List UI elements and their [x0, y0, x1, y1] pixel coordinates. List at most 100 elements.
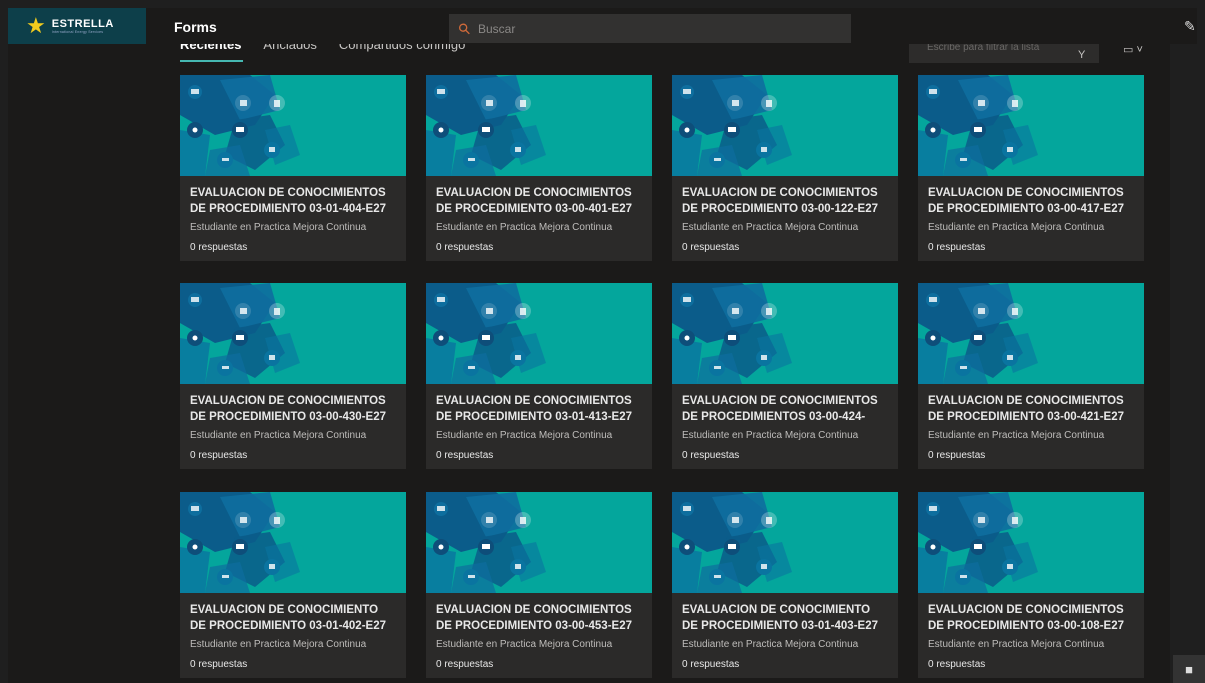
search-input[interactable]: ⚲ Buscar: [449, 14, 851, 43]
form-responses: 0 respuestas: [190, 659, 248, 670]
form-title: EVALUACION DE CONOCIMIENTOS DE PROCEDIMI…: [190, 394, 402, 425]
form-title-line2: DE PROCEDIMIENTO 03-01-402-E27: [190, 619, 386, 632]
form-thumbnail: [426, 75, 652, 176]
filter-placeholder: Escribe para filtrar la lista: [927, 44, 1040, 53]
form-title-line1: EVALUACION DE CONOCIMIENTOS: [682, 187, 878, 199]
form-title-line2: DE PROCEDIMIENTO 03-00-453-E27: [436, 619, 632, 632]
form-card[interactable]: EVALUACION DE CONOCIMIENTOS DE PROCEDIMI…: [672, 75, 898, 261]
form-card[interactable]: EVALUACION DE CONOCIMIENTOS DE PROCEDIMI…: [918, 492, 1144, 678]
app-title[interactable]: Forms: [174, 19, 217, 35]
form-title: EVALUACION DE CONOCIMIENTOS DE PROCEDIMI…: [928, 394, 1140, 425]
edit-icon[interactable]: ✎: [1184, 18, 1196, 35]
form-title-line2: DE PROCEDIMIENTO 03-00-122-E27: [682, 202, 878, 215]
form-owner: Estudiante en Practica Mejora Continua: [436, 639, 613, 650]
form-title-line2: DE PROCEDIMIENTO 03-00-401-E27: [436, 202, 632, 215]
form-owner: Estudiante en Practica Mejora Continua: [682, 222, 859, 233]
active-tab-indicator: [180, 60, 243, 62]
form-card[interactable]: EVALUACION DE CONOCIMIENTOS DE PROCEDIMI…: [426, 75, 652, 261]
form-thumbnail: [918, 283, 1144, 384]
form-owner: Estudiante en Practica Mejora Continua: [436, 222, 613, 233]
form-responses: 0 respuestas: [190, 242, 248, 253]
view-toggle-icon[interactable]: ▭ ˅: [1123, 44, 1143, 56]
form-title-line1: EVALUACION DE CONOCIMIENTOS: [190, 395, 386, 407]
filter-input[interactable]: Escribe para filtrar la lista: [909, 44, 1099, 63]
form-card[interactable]: EVALUACION DE CONOCIMIENTOS DE PROCEDIMI…: [918, 75, 1144, 261]
form-card[interactable]: EVALUACION DE CONOCIMIENTOS DE PROCEDIMI…: [672, 283, 898, 469]
form-title: EVALUACION DE CONOCIMIENTO DE PROCEDIMIE…: [190, 603, 402, 634]
form-title-line1: EVALUACION DE CONOCIMIENTOS: [682, 395, 878, 407]
form-card[interactable]: EVALUACION DE CONOCIMIENTOS DE PROCEDIMI…: [918, 283, 1144, 469]
form-thumbnail: [426, 283, 652, 384]
form-title-line1: EVALUACION DE CONOCIMIENTOS: [928, 604, 1124, 616]
form-thumbnail: [672, 283, 898, 384]
search-placeholder: Buscar: [478, 21, 516, 36]
form-title-line2: DE PROCEDIMIENTO 03-01-413-E27: [436, 410, 632, 423]
form-title-line1: EVALUACION DE CONOCIMIENTO: [190, 604, 379, 616]
form-responses: 0 respuestas: [682, 659, 740, 670]
form-owner: Estudiante en Practica Mejora Continua: [928, 430, 1105, 441]
star-icon: ★: [26, 13, 46, 38]
form-thumbnail: [180, 492, 406, 593]
form-title-line2: DE PROCEDIMIENTO 03-00-108-E27: [928, 619, 1124, 632]
brand-text: ESTRELLA International Energy Services: [52, 18, 114, 34]
form-title-line1: EVALUACION DE CONOCIMIENTOS: [928, 187, 1124, 199]
form-title-line1: EVALUACION DE CONOCIMIENTOS: [928, 395, 1124, 407]
form-title: EVALUACION DE CONOCIMIENTOS DE PROCEDIMI…: [928, 186, 1140, 217]
form-thumbnail: [918, 492, 1144, 593]
form-responses: 0 respuestas: [682, 242, 740, 253]
form-responses: 0 respuestas: [436, 242, 494, 253]
form-title: EVALUACION DE CONOCIMIENTOS DE PROCEDIMI…: [682, 186, 894, 217]
chat-icon[interactable]: ■: [1173, 655, 1205, 683]
brand-name: ESTRELLA: [51, 18, 114, 30]
form-responses: 0 respuestas: [190, 450, 248, 461]
brand-logo[interactable]: ★ ESTRELLA International Energy Services: [8, 8, 146, 44]
form-owner: Estudiante en Practica Mejora Continua: [190, 430, 367, 441]
form-owner: Estudiante en Practica Mejora Continua: [682, 430, 859, 441]
form-thumbnail: [426, 492, 652, 593]
form-title-line2: DE PROCEDIMIENTO 03-00-421-E27: [928, 410, 1124, 423]
form-title: EVALUACION DE CONOCIMIENTOS DE PROCEDIMI…: [436, 603, 648, 634]
form-owner: Estudiante en Practica Mejora Continua: [436, 430, 613, 441]
form-responses: 0 respuestas: [928, 659, 986, 670]
form-card[interactable]: EVALUACION DE CONOCIMIENTOS DE PROCEDIMI…: [180, 283, 406, 469]
form-title-line1: EVALUACION DE CONOCIMIENTOS: [436, 187, 632, 199]
form-title: EVALUACION DE CONOCIMIENTOS DE PROCEDIMI…: [190, 186, 402, 217]
form-card[interactable]: EVALUACION DE CONOCIMIENTO DE PROCEDIMIE…: [180, 492, 406, 678]
form-title-line2: DE PROCEDIMIENTOS 03-00-424-: [682, 410, 866, 423]
form-title-line1: EVALUACION DE CONOCIMIENTOS: [436, 604, 632, 616]
form-owner: Estudiante en Practica Mejora Continua: [190, 222, 367, 233]
form-title-line2: DE PROCEDIMIENTO 03-00-430-E27: [190, 410, 386, 423]
form-thumbnail: [672, 75, 898, 176]
app-frame: ★ ESTRELLA International Energy Services…: [0, 0, 1205, 683]
filter-icon[interactable]: Y: [1078, 49, 1085, 61]
form-card[interactable]: EVALUACION DE CONOCIMIENTO DE PROCEDIMIE…: [672, 492, 898, 678]
form-title-line1: EVALUACION DE CONOCIMIENTO: [682, 604, 871, 616]
tab-compartidos[interactable]: Compartidos conmigo: [339, 44, 465, 64]
form-card[interactable]: EVALUACION DE CONOCIMIENTOS DE PROCEDIMI…: [426, 492, 652, 678]
form-thumbnail: [672, 492, 898, 593]
form-title-line2: DE PROCEDIMIENTO 03-01-403-E27: [682, 619, 878, 632]
form-responses: 0 respuestas: [436, 450, 494, 461]
form-title: EVALUACION DE CONOCIMIENTOS DE PROCEDIMI…: [436, 394, 648, 425]
search-icon: ⚲: [454, 18, 475, 39]
form-owner: Estudiante en Practica Mejora Continua: [190, 639, 367, 650]
tab-anclados[interactable]: Anclados: [263, 44, 316, 64]
form-title: EVALUACION DE CONOCIMIENTOS DE PROCEDIMI…: [436, 186, 648, 217]
form-title: EVALUACION DE CONOCIMIENTOS DE PROCEDIMI…: [928, 603, 1140, 634]
sidebar: [8, 44, 146, 683]
form-thumbnail: [918, 75, 1144, 176]
form-responses: 0 respuestas: [436, 659, 494, 670]
form-thumbnail: [180, 283, 406, 384]
form-card[interactable]: EVALUACION DE CONOCIMIENTOS DE PROCEDIMI…: [426, 283, 652, 469]
form-card[interactable]: EVALUACION DE CONOCIMIENTOS DE PROCEDIMI…: [180, 75, 406, 261]
form-title: EVALUACION DE CONOCIMIENTOS DE PROCEDIMI…: [682, 394, 894, 425]
form-responses: 0 respuestas: [928, 242, 986, 253]
form-title-line2: DE PROCEDIMIENTO 03-01-404-E27: [190, 202, 386, 215]
form-responses: 0 respuestas: [682, 450, 740, 461]
form-thumbnail: [180, 75, 406, 176]
form-owner: Estudiante en Practica Mejora Continua: [928, 639, 1105, 650]
form-title-line2: DE PROCEDIMIENTO 03-00-417-E27: [928, 202, 1124, 215]
brand-subtitle: International Energy Services: [51, 30, 104, 34]
form-owner: Estudiante en Practica Mejora Continua: [682, 639, 859, 650]
form-title-line1: EVALUACION DE CONOCIMIENTOS: [436, 395, 632, 407]
